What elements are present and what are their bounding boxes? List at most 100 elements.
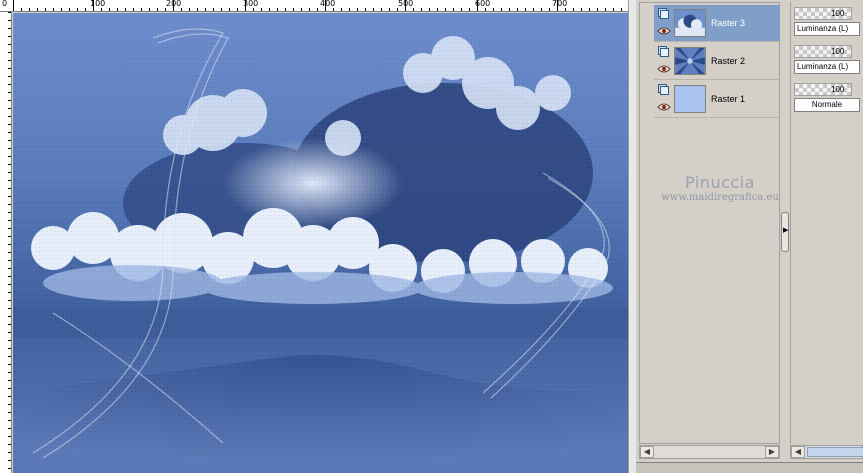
ruler-tick: [85, 8, 86, 11]
ruler-tick: [8, 28, 11, 29]
ruler-tick: [8, 68, 11, 69]
ruler-tick: [253, 8, 254, 11]
ruler-tick: [189, 8, 190, 11]
ruler-tick: [8, 36, 11, 37]
ruler-tick: [397, 8, 398, 11]
scroll-left-icon[interactable]: ◀: [640, 446, 654, 458]
layer-thumbnail-clouds: [674, 9, 706, 37]
blend-mode-select[interactable]: Luminanza (L): [794, 60, 860, 74]
opacity-slider[interactable]: 100: [794, 7, 852, 20]
ruler-tick: [509, 8, 510, 11]
watermark-name: Pinuccia: [685, 173, 755, 192]
ruler-tick: [437, 8, 438, 11]
ruler-tick: [8, 140, 11, 141]
ruler-tick: [8, 236, 11, 237]
ruler-tick: [349, 8, 350, 11]
ruler-tick: [8, 100, 11, 101]
blend-mode-select[interactable]: Normale: [794, 98, 860, 112]
chevron-right-icon: ▶: [783, 227, 789, 234]
ruler-tick: [8, 252, 11, 253]
ruler-tick: [101, 8, 102, 11]
ruler-tick: [61, 8, 62, 11]
ruler-tick: [149, 8, 150, 11]
raster-layer-icon: [658, 8, 669, 19]
ruler-tick: [421, 8, 422, 11]
ruler-tick: [269, 8, 270, 11]
ruler-tick: [8, 340, 11, 341]
ruler-tick: [8, 460, 11, 461]
visibility-eye-icon[interactable]: [657, 103, 671, 111]
layer-name: Raster 2: [711, 56, 746, 66]
scroll-right-icon[interactable]: ▶: [765, 446, 779, 458]
paint-shop-workspace: 0 100 200 300 400 500 600 700: [0, 0, 863, 473]
ruler-tick: [557, 0, 558, 11]
ruler-tick: [8, 60, 11, 61]
ruler-tick: [357, 8, 358, 11]
bottom-palette-titlebar[interactable]: [636, 462, 863, 473]
ruler-tick: [8, 428, 11, 429]
ruler-tick: [8, 372, 11, 373]
layers-horizontal-scrollbar[interactable]: ◀ ▶: [639, 445, 780, 459]
blend-mode-select[interactable]: Luminanza (L): [794, 22, 860, 36]
ruler-tick: [173, 0, 174, 11]
ruler-tick: [445, 8, 446, 11]
ruler-tick: [8, 468, 11, 469]
ruler-tick: [8, 196, 11, 197]
sky-clouds-image[interactable]: [13, 13, 628, 473]
ruler-tick: [277, 8, 278, 11]
image-canvas-area[interactable]: [13, 13, 628, 473]
visibility-eye-icon[interactable]: [657, 27, 671, 35]
layer-properties-column: 100 Luminanza (L) ▶ 100 Luminanza (L) ▶ …: [790, 2, 863, 444]
scrollbar-thumb[interactable]: [807, 447, 863, 457]
ruler-label-700: 700: [552, 0, 568, 8]
ruler-tick: [365, 8, 366, 11]
ruler-label-400: 400: [320, 0, 336, 8]
ruler-tick: [8, 396, 11, 397]
ruler-tick: [341, 8, 342, 11]
properties-horizontal-scrollbar[interactable]: ◀: [790, 445, 863, 459]
ruler-tick: [8, 284, 11, 285]
ruler-tick: [8, 356, 11, 357]
canvas-vertical-scrollbar[interactable]: [628, 0, 636, 473]
ruler-tick: [317, 8, 318, 11]
ruler-label-0: 0: [2, 0, 8, 8]
visibility-eye-icon[interactable]: [657, 65, 671, 73]
ruler-tick: [8, 388, 11, 389]
ruler-tick: [8, 204, 11, 205]
layers-palette: Raster 3 Raster 2 Raster 1 ▶ ◀ ▶ 100 Lum…: [636, 0, 863, 473]
ruler-tick: [245, 0, 246, 11]
ruler-tick: [117, 8, 118, 11]
panel-splitter[interactable]: ▶: [781, 212, 789, 252]
ruler-tick: [8, 164, 11, 165]
ruler-tick: [237, 8, 238, 11]
ruler-tick: [8, 92, 11, 93]
watermark-url: www.maidiregrafica.eu: [661, 192, 779, 203]
layer-thumbnail-solid: [674, 85, 706, 113]
ruler-tick: [8, 260, 11, 261]
opacity-slider[interactable]: 100: [794, 83, 852, 96]
ruler-tick: [301, 8, 302, 11]
ruler-tick: [197, 8, 198, 11]
opacity-value: 100: [831, 85, 845, 94]
ruler-tick: [29, 8, 30, 11]
ruler-tick: [141, 8, 142, 11]
layer-row-raster-2[interactable]: Raster 2: [654, 43, 780, 80]
ruler-tick: [181, 8, 182, 11]
ruler-tick: [93, 0, 94, 11]
ruler-tick: [8, 84, 11, 85]
opacity-slider[interactable]: 100: [794, 45, 852, 58]
layer-name: Raster 1: [711, 94, 746, 104]
ruler-tick: [8, 188, 11, 189]
layer-row-raster-1[interactable]: Raster 1: [654, 81, 780, 118]
ruler-tick: [8, 412, 11, 413]
ruler-tick: [293, 8, 294, 11]
opacity-value: 100: [831, 47, 845, 56]
ruler-tick: [8, 116, 11, 117]
layer-row-raster-3[interactable]: Raster 3: [654, 5, 780, 42]
scroll-left-icon[interactable]: ◀: [791, 446, 805, 458]
layer-name: Raster 3: [711, 18, 746, 28]
ruler-tick: [8, 404, 11, 405]
ruler-tick: [8, 12, 11, 13]
ruler-tick: [8, 148, 11, 149]
layer-props-raster-1: 100 Normale ▶: [793, 80, 863, 118]
